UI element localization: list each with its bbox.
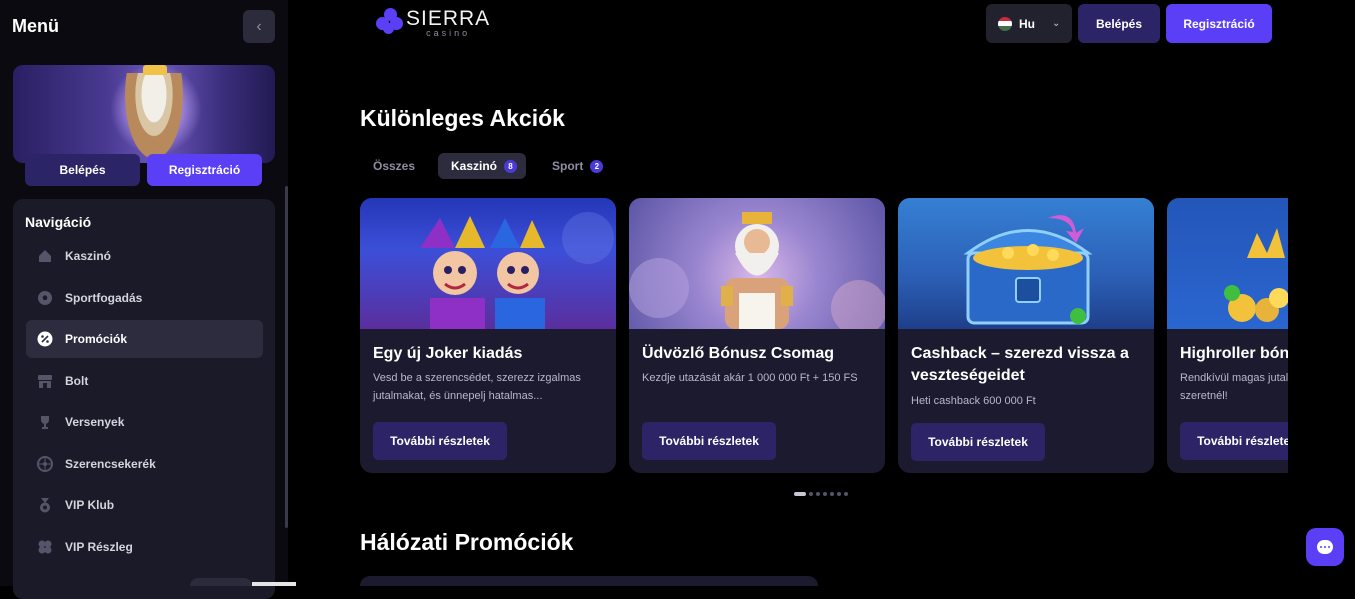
promo-card[interactable]: Üdvözlő Bónusz Csomag Kezdje utazását ak… bbox=[629, 198, 885, 473]
promo-card-description: Kezdje utazását akár 1 000 000 Ft + 150 … bbox=[642, 372, 858, 384]
tab-count-badge: 8 bbox=[504, 159, 518, 173]
sidebar: Menü ‹ Belépés Regisztráció Navigáció Ka… bbox=[0, 0, 296, 599]
promo-card-title: Üdvözlő Bónusz Csomag bbox=[642, 345, 835, 362]
chat-bubble-icon bbox=[1317, 540, 1333, 554]
sierra-casino-logo[interactable]: SIERRA casino bbox=[376, 8, 490, 38]
tab-sport[interactable]: Sport 2 bbox=[540, 153, 615, 179]
sidebar-item-label: Kaszinó bbox=[65, 249, 112, 263]
sidebar-item-wheel[interactable]: Szerencsekerék bbox=[26, 445, 263, 483]
language-selector[interactable]: Hu ⌄ bbox=[986, 4, 1072, 43]
live-chat-button[interactable] bbox=[1306, 528, 1344, 566]
chevron-down-icon: ⌄ bbox=[1052, 18, 1061, 29]
hungary-flag-icon bbox=[998, 16, 1012, 31]
login-button[interactable]: Belépés bbox=[1078, 4, 1160, 43]
sidebar-item-label: Versenyek bbox=[65, 415, 125, 429]
sidebar-item-vip-club[interactable]: VIP Klub bbox=[26, 486, 263, 524]
chevron-left-icon: ‹ bbox=[256, 17, 262, 35]
highroller-promo-image bbox=[1167, 198, 1288, 329]
sidebar-item-vip-section[interactable]: VIP Részleg bbox=[26, 528, 263, 566]
promo-card-title: Egy új Joker kiadás bbox=[373, 345, 523, 362]
tab-label: Sport bbox=[552, 159, 584, 173]
medal-icon bbox=[37, 497, 53, 513]
promo-card-title: Cashback – szerezd vissza a veszteségeid… bbox=[911, 345, 1129, 384]
network-promo-card[interactable] bbox=[360, 576, 818, 586]
more-details-button[interactable]: További részletek bbox=[373, 422, 507, 460]
sidebar-scrollbar[interactable] bbox=[285, 186, 288, 528]
pagination-dot[interactable] bbox=[837, 492, 841, 496]
promo-card-description: Heti cashback 600 000 Ft bbox=[911, 395, 1036, 407]
logo-subtext: casino bbox=[426, 28, 471, 38]
tab-count-badge: 2 bbox=[590, 159, 604, 173]
shop-icon bbox=[37, 373, 53, 389]
sidebar-item-shop[interactable]: Bolt bbox=[26, 362, 263, 400]
sidebar-item-label: Szerencsekerék bbox=[65, 457, 156, 471]
wheel-icon bbox=[37, 456, 53, 472]
pagination-dot[interactable] bbox=[823, 492, 827, 496]
pagination-dot[interactable] bbox=[844, 492, 848, 496]
sidebar-item-label: VIP Részleg bbox=[65, 540, 133, 554]
clover-logo-icon bbox=[376, 8, 404, 38]
sidebar-item-label: VIP Klub bbox=[65, 498, 115, 512]
more-details-button[interactable]: További részletek bbox=[1180, 422, 1288, 460]
more-details-button[interactable]: További részletek bbox=[642, 422, 776, 460]
home-icon bbox=[37, 248, 53, 264]
pagination-dot[interactable] bbox=[794, 492, 806, 496]
sidebar-bottom-tab[interactable] bbox=[190, 578, 252, 586]
promo-card[interactable]: Highroller bónusz Rendkívül magas jutalm… bbox=[1167, 198, 1288, 473]
sidebar-promo-banner[interactable] bbox=[13, 65, 275, 163]
register-button[interactable]: Regisztráció bbox=[1166, 4, 1272, 43]
promo-card[interactable]: Egy új Joker kiadás Vesd be a szerencséd… bbox=[360, 198, 616, 473]
zeus-promo-image bbox=[629, 198, 885, 336]
special-promotions-title: Különleges Akciók bbox=[360, 105, 565, 131]
treasure-chest-promo-image bbox=[898, 198, 1154, 329]
tab-all[interactable]: Összes bbox=[360, 153, 428, 179]
language-label: Hu bbox=[1019, 16, 1035, 31]
promo-card-description: Rendkívül magas jutalmak, ha nagyban sze… bbox=[1180, 372, 1288, 402]
collapse-sidebar-button[interactable]: ‹ bbox=[243, 10, 275, 43]
percent-badge-icon bbox=[37, 331, 53, 347]
promotions-carousel[interactable]: Egy új Joker kiadás Vesd be a szerencséd… bbox=[360, 198, 1288, 473]
network-promotions-title: Hálózati Promóciók bbox=[360, 529, 574, 555]
tab-casino[interactable]: Kaszinó 8 bbox=[438, 153, 526, 179]
sidebar-item-label: Sportfogadás bbox=[65, 291, 143, 305]
trophy-icon bbox=[37, 414, 53, 430]
more-details-button[interactable]: További részletek bbox=[911, 423, 1045, 461]
sidebar-item-sports-betting[interactable]: Sportfogadás bbox=[26, 279, 263, 317]
logo-text: SIERRA bbox=[406, 7, 491, 30]
sidebar-item-label: Bolt bbox=[65, 374, 89, 388]
pagination-dot[interactable] bbox=[809, 492, 813, 496]
crown-illustration bbox=[143, 65, 167, 75]
sidebar-register-button[interactable]: Regisztráció bbox=[147, 154, 262, 186]
pagination-dot[interactable] bbox=[830, 492, 834, 496]
sidebar-item-promotions[interactable]: Promóciók bbox=[26, 320, 263, 358]
promo-card-title: Highroller bónusz bbox=[1180, 345, 1288, 362]
joker-promo-image bbox=[360, 198, 616, 329]
sidebar-bottom-bar bbox=[252, 582, 296, 586]
navigation-panel: Navigáció Kaszinó Sportfogadás Promóciók… bbox=[13, 199, 275, 599]
sidebar-item-tournaments[interactable]: Versenyek bbox=[26, 403, 263, 441]
navigation-title: Navigáció bbox=[25, 214, 92, 230]
sidebar-item-label: Promóciók bbox=[65, 332, 128, 346]
sidebar-item-casino[interactable]: Kaszinó bbox=[26, 237, 263, 275]
soccer-ball-icon bbox=[37, 290, 53, 306]
clover-icon bbox=[37, 539, 53, 555]
promo-card[interactable]: Cashback – szerezd vissza a veszteségeid… bbox=[898, 198, 1154, 473]
pagination-dot[interactable] bbox=[816, 492, 820, 496]
sidebar-login-button[interactable]: Belépés bbox=[25, 154, 140, 186]
tab-label: Összes bbox=[373, 159, 416, 173]
promo-card-description: Vesd be a szerencsédet, szerezz izgalmas… bbox=[373, 372, 581, 402]
menu-title: Menü bbox=[12, 16, 59, 36]
zeus-illustration bbox=[125, 73, 183, 159]
tab-label: Kaszinó bbox=[451, 159, 498, 173]
carousel-pagination bbox=[794, 492, 851, 496]
